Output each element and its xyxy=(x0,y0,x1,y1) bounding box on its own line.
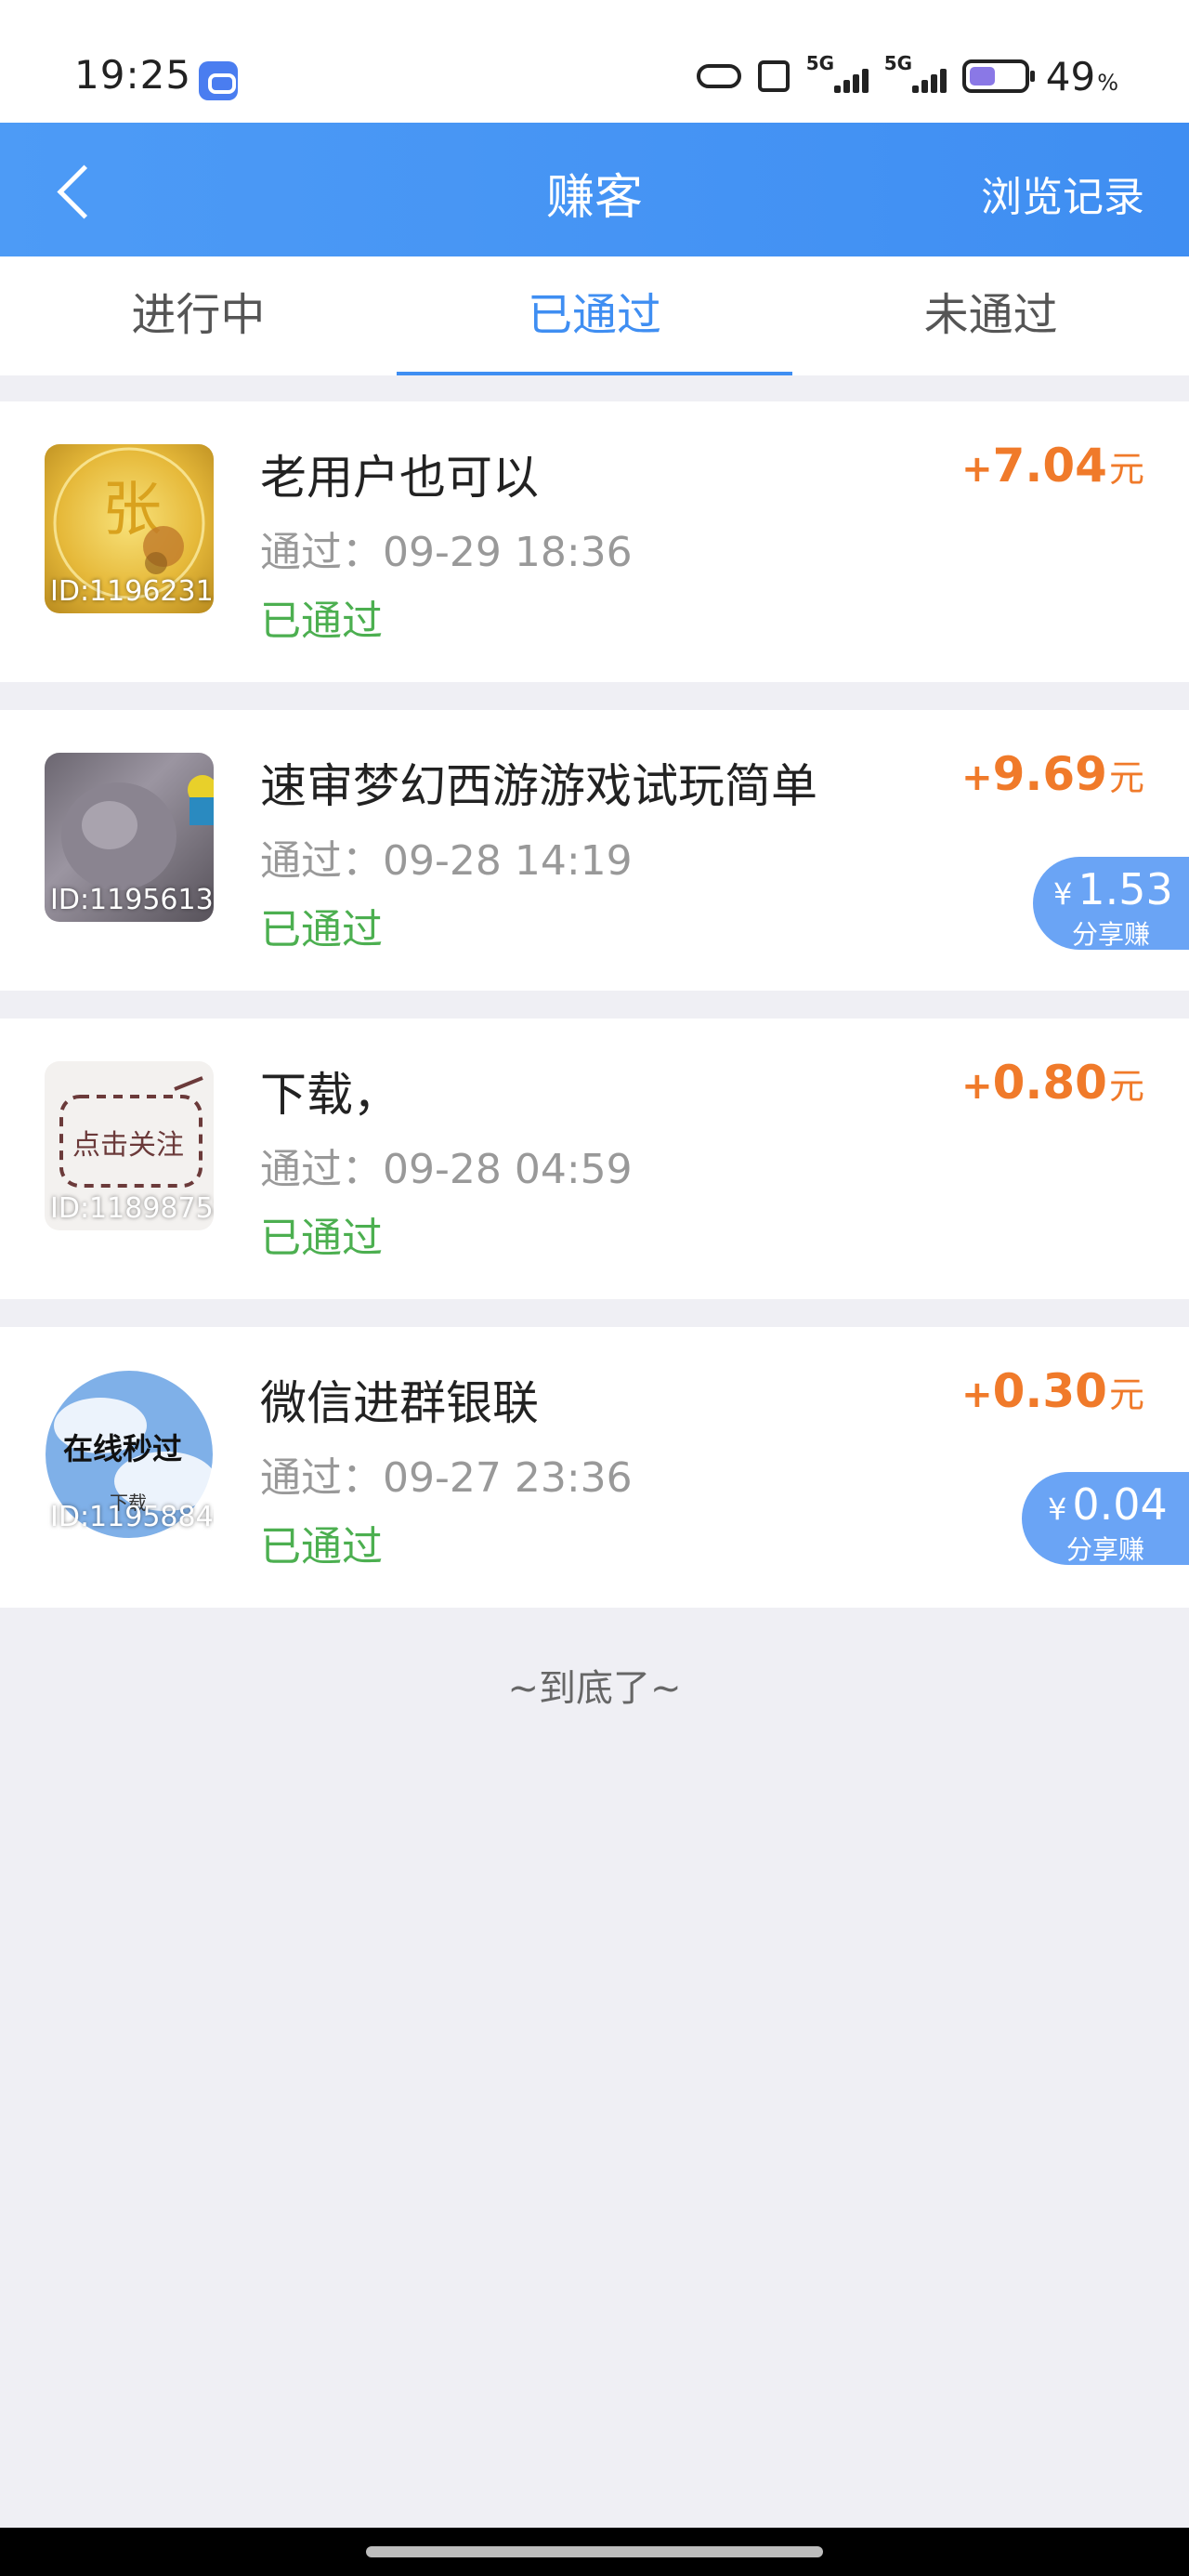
task-title: 微信进群银联 xyxy=(260,1376,539,1430)
tab-in-progress[interactable]: 进行中 xyxy=(0,256,397,375)
svg-text:在线秒过: 在线秒过 xyxy=(63,1431,182,1466)
battery-icon xyxy=(961,59,1035,93)
system-nav-bar xyxy=(0,2528,1189,2576)
list-item[interactable]: 张 ID:11962311 老用户也可以 通过：09-29 18:36 已通过 … xyxy=(0,401,1189,682)
tab-bar: 进行中 已通过 未通过 xyxy=(0,256,1189,375)
status-icons: 5G 5G 49% xyxy=(696,50,1118,102)
list-item[interactable]: 点击关注 ID:11898758 下载， 通过：09-28 04:59 已通过 … xyxy=(0,1019,1189,1299)
approved-time: 通过：09-29 18:36 xyxy=(260,529,633,576)
status-time: 19:25 xyxy=(74,52,192,98)
list-item[interactable]: ID:11956130 速审梦幻西游游戏试玩简单 通过：09-28 14:19 … xyxy=(0,710,1189,991)
task-thumbnail: 点击关注 ID:11898758 xyxy=(45,1061,214,1230)
status-badge: 已通过 xyxy=(260,598,383,645)
approved-time: 通过：09-28 04:59 xyxy=(260,1146,633,1193)
tab-rejected[interactable]: 未通过 xyxy=(792,256,1189,375)
nav-header: 赚客 浏览记录 xyxy=(0,123,1189,256)
home-indicator[interactable] xyxy=(366,2546,823,2557)
cloud-icon xyxy=(696,64,741,88)
task-id-label: ID:11898758 xyxy=(50,1192,214,1225)
task-title: 老用户也可以 xyxy=(260,451,539,505)
reward-amount: +0.80 元 xyxy=(961,1056,1144,1110)
status-bar: 19:25 5G 5G 49% xyxy=(0,0,1189,123)
battery-percentage: 49% xyxy=(1045,53,1118,99)
share-earn-label: 分享赚 xyxy=(1071,919,1150,950)
task-thumbnail: 张 ID:11962311 xyxy=(45,444,214,613)
share-earn-button[interactable]: ¥1.53 分享赚 xyxy=(1033,857,1189,950)
list-item[interactable]: 在线秒过 下载 ID:11958846 微信进群银联 通过：09-27 23:3… xyxy=(0,1327,1189,1608)
task-id-label: ID:11962311 xyxy=(50,575,214,608)
task-thumbnail: 在线秒过 下载 ID:11958846 xyxy=(45,1370,214,1539)
task-title: 速审梦幻西游游戏试玩简单 xyxy=(260,759,817,813)
reward-amount: +9.69 元 xyxy=(961,747,1144,801)
end-of-list-text: ~到底了~ xyxy=(507,1667,682,1710)
app-notification-icon xyxy=(199,61,238,100)
approved-time: 通过：09-28 14:19 xyxy=(260,837,633,885)
share-earn-button[interactable]: ¥0.04 分享赚 xyxy=(1022,1472,1189,1565)
status-badge: 已通过 xyxy=(260,1523,383,1571)
browse-history-button[interactable]: 浏览记录 xyxy=(981,164,1144,223)
vibrate-icon xyxy=(757,60,790,92)
signal-icon-sim1: 5G xyxy=(806,52,869,95)
task-id-label: ID:11958846 xyxy=(50,1501,214,1533)
status-badge: 已通过 xyxy=(260,906,383,953)
signal-icon-sim2: 5G xyxy=(884,52,947,95)
task-thumbnail: ID:11956130 xyxy=(45,753,214,922)
share-earn-label: 分享赚 xyxy=(1065,1534,1144,1565)
reward-amount: +7.04 元 xyxy=(961,439,1144,493)
reward-amount: +0.30 元 xyxy=(961,1364,1144,1418)
approved-time: 通过：09-27 23:36 xyxy=(260,1454,633,1502)
network-type-label: 5G xyxy=(883,52,913,74)
task-id-label: ID:11956130 xyxy=(50,884,214,916)
svg-text:点击关注: 点击关注 xyxy=(72,1129,184,1162)
status-badge: 已通过 xyxy=(260,1215,383,1262)
task-title: 下载， xyxy=(260,1068,399,1122)
network-type-label: 5G xyxy=(805,52,835,74)
tab-approved[interactable]: 已通过 xyxy=(396,256,793,375)
